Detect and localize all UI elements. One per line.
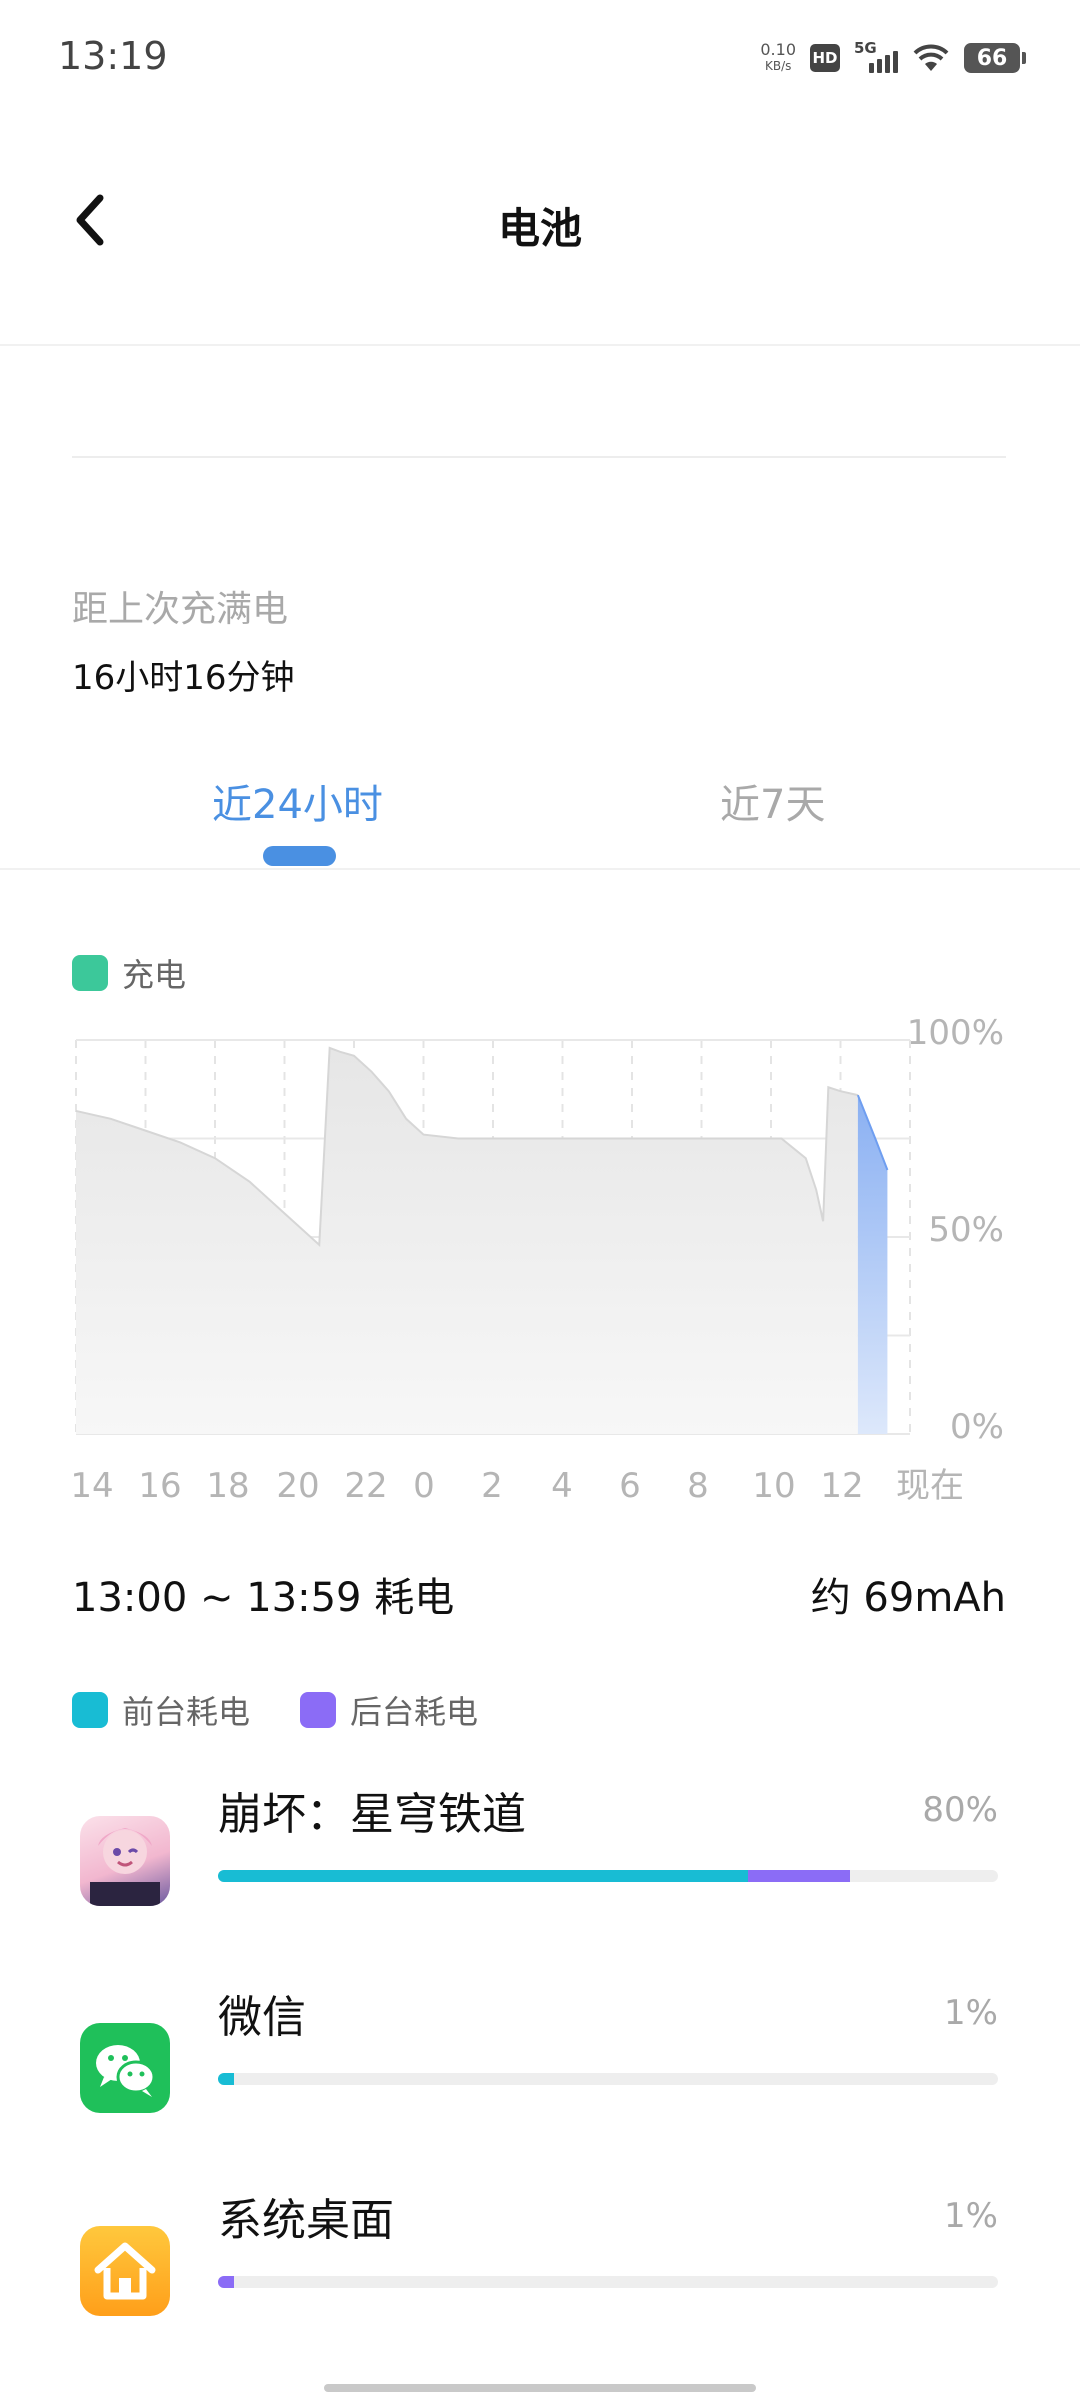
x-tick-label: 20: [276, 1466, 319, 1506]
active-tab-indicator: [263, 846, 336, 866]
app-row-honkai-star-rail[interactable]: 崩坏：星穹铁道 80%: [0, 1760, 1080, 1960]
x-tick-label: 18: [206, 1466, 249, 1506]
battery-level-area: [76, 1047, 858, 1434]
network-speed: 0.10 KB/s: [760, 42, 796, 74]
foreground-legend-label: 前台耗电: [122, 1693, 251, 1731]
page-title: 电池: [497, 204, 582, 253]
consumption-range-label: 13:00 ~ 13:59 耗电: [72, 1575, 455, 1621]
foreground-usage-fill: [218, 2073, 234, 2085]
legend-background: 后台耗电: [300, 1687, 478, 1733]
x-tick-label: 10: [752, 1466, 795, 1506]
app-name: 系统桌面: [218, 2195, 394, 2246]
consumption-total: 约 69mAh: [810, 1575, 1006, 1621]
x-tick-label: 现在: [896, 1466, 964, 1506]
network-speed-unit: KB/s: [764, 59, 792, 73]
app-percent: 80%: [922, 1790, 998, 1830]
foreground-usage-fill: [218, 1870, 749, 1882]
x-tick-label: 2: [481, 1466, 503, 1506]
app-name: 崩坏：星穹铁道: [218, 1789, 526, 1840]
hd-icon: HD: [810, 44, 840, 72]
app-usage-bar: [218, 2073, 998, 2085]
wechat-icon: [80, 2023, 170, 2113]
background-usage-fill: [218, 2276, 234, 2288]
x-tick-label: 14: [70, 1466, 113, 1506]
x-tick-label: 0: [413, 1466, 435, 1506]
x-tick-label: 16: [138, 1466, 181, 1506]
header-divider: [0, 344, 1080, 346]
foreground-legend-swatch: [72, 1692, 108, 1728]
charge-legend-label: 充电: [122, 956, 187, 994]
app-usage-bar: [218, 1870, 998, 1882]
battery-level-chart: 100% 50% 0% 14 16 18 20 22 0 2 4 6 8 10 12 现在: [70, 1013, 1004, 1506]
legend-foreground: 前台耗电: [72, 1687, 250, 1733]
background-legend-label: 后台耗电: [350, 1693, 479, 1731]
app-percent: 1%: [944, 1993, 998, 2033]
network-speed-value: 0.10: [760, 40, 796, 59]
since-full-charge-value: 16小时16分钟: [72, 658, 295, 698]
network-type-label: 5G: [854, 39, 877, 57]
cellular-signal-icon: 5G: [854, 39, 898, 73]
background-usage-fill: [748, 1870, 850, 1882]
consumption-legend: 前台耗电 后台耗电: [72, 1687, 478, 1733]
honkai-star-rail-icon: [80, 1816, 170, 1906]
status-time: 13:19: [58, 34, 168, 78]
battery-icon: 66: [964, 43, 1026, 73]
current-hour-area: [857, 1095, 888, 1434]
y-tick-label: 100%: [907, 1013, 1004, 1053]
tab-divider: [0, 868, 1080, 870]
app-row-wechat[interactable]: 微信 1%: [0, 1963, 1080, 2163]
tab-7-days[interactable]: 近7天: [720, 772, 825, 830]
x-tick-label: 8: [687, 1466, 709, 1506]
section-divider: [72, 456, 1006, 458]
charge-legend: 充电: [72, 950, 186, 996]
x-tick-label: 6: [619, 1466, 641, 1506]
app-row-launcher[interactable]: 系统桌面 1%: [0, 2166, 1080, 2366]
wifi-icon: [913, 44, 949, 71]
background-legend-swatch: [300, 1692, 337, 1728]
x-tick-label: 12: [820, 1466, 863, 1506]
x-tick-label: 22: [344, 1466, 387, 1506]
home-indicator[interactable]: [324, 2384, 756, 2392]
x-tick-label: 4: [551, 1466, 573, 1506]
app-name: 微信: [218, 1992, 306, 2043]
home-launcher-icon: [80, 2226, 170, 2316]
tab-24-hours[interactable]: 近24小时: [212, 772, 383, 830]
since-full-charge-label: 距上次充满电: [72, 589, 289, 630]
y-tick-label: 0%: [950, 1407, 1004, 1447]
charge-legend-swatch: [72, 955, 108, 991]
app-usage-bar: [218, 2276, 998, 2288]
status-icons: 0.10 KB/s HD 5G 66: [760, 38, 1026, 78]
app-percent: 1%: [944, 2196, 998, 2236]
y-tick-label: 50%: [928, 1210, 1004, 1250]
